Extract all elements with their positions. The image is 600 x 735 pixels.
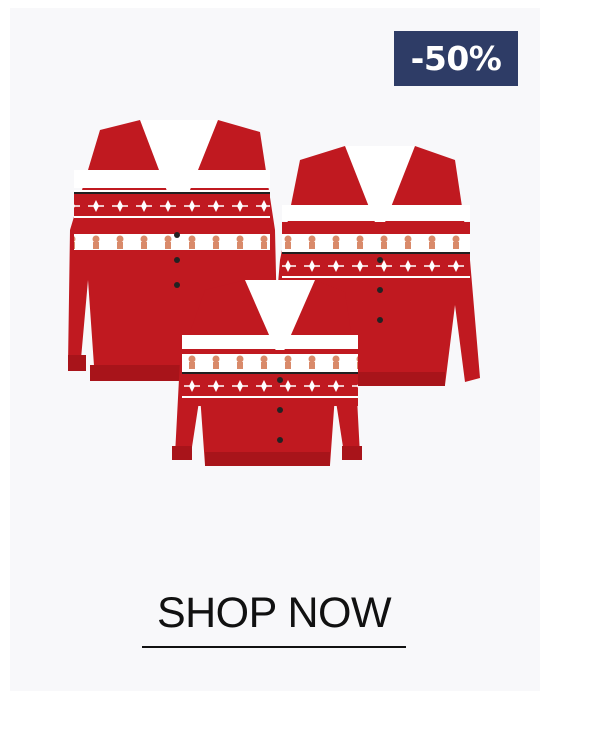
child-cardigan <box>172 280 362 466</box>
shop-now-link[interactable]: SHOP NOW <box>142 588 406 638</box>
discount-badge: -50% <box>394 31 518 86</box>
shop-now-underline <box>142 646 406 648</box>
discount-badge-label: -50% <box>410 39 502 78</box>
product-image[interactable] <box>60 110 500 480</box>
